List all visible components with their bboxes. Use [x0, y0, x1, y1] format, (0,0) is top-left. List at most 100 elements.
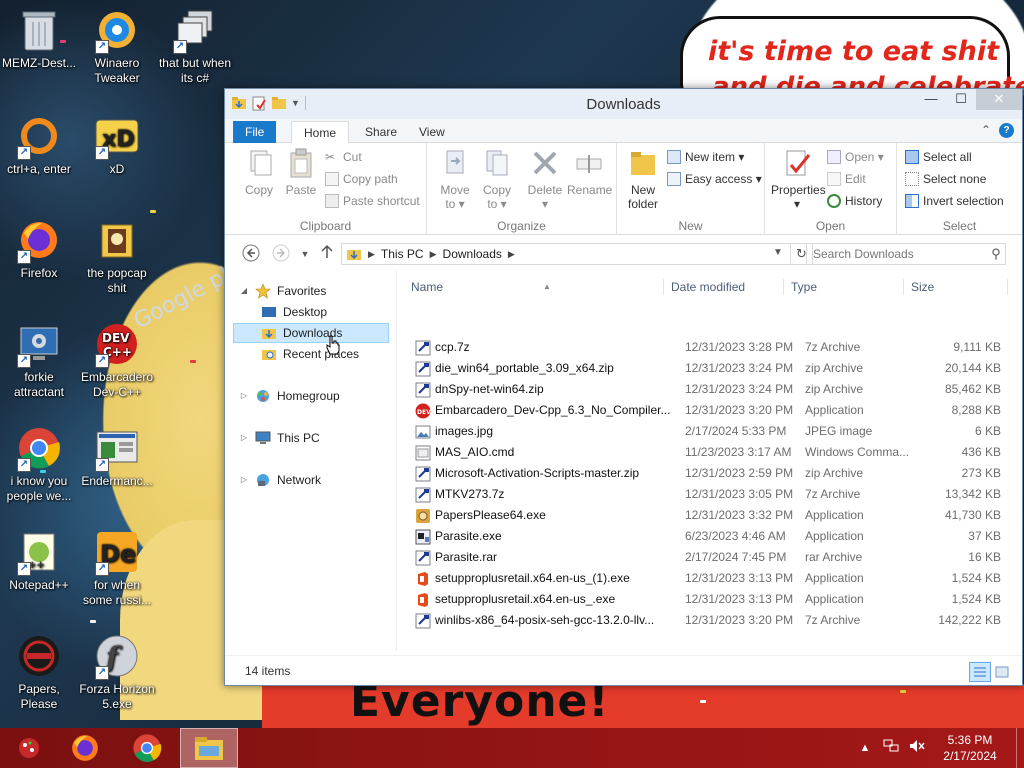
desktop-icon-popcap[interactable]: the popcap shit [78, 216, 156, 296]
address-dropdown-button[interactable]: ▼ [765, 243, 791, 265]
file-row[interactable]: images.jpg 2/17/2024 5:33 PM JPEG image 6 K… [407, 421, 1007, 442]
nav-recent-places[interactable]: Recent places [261, 344, 359, 364]
expand-arrow-icon[interactable]: ▷ [239, 386, 249, 406]
column-header-size[interactable]: Size [911, 277, 991, 297]
file-row[interactable]: setupproplusretail.x64.en-us_(1).exe 12/3… [407, 568, 1007, 589]
desktop-icon-endermanch[interactable]: ↗ Endermanc... [78, 424, 156, 489]
file-row[interactable]: MTKV273.7z 12/31/2023 3:05 PM 7z Archive 13… [407, 484, 1007, 505]
cut-button[interactable]: ✂ Cut [325, 147, 362, 167]
desktop-icon-forkie[interactable]: ↗ forkie attractant [0, 320, 78, 400]
file-row[interactable]: Parasite.rar 2/17/2024 7:45 PM rar Archive… [407, 547, 1007, 568]
address-bar[interactable]: ▶ This PC ▶ Downloads ▶ [341, 243, 791, 265]
desktop-icon-xd[interactable]: xD ↗ xD [78, 112, 156, 177]
select-all-button[interactable]: Select all [905, 147, 972, 167]
nav-favorites[interactable]: ◢ Favorites [239, 281, 326, 301]
desktop-icon-devcpp[interactable]: DEV C++ ↗ Embarcadero Dev-C++ [78, 320, 156, 400]
paste-button[interactable]: Paste [279, 147, 323, 197]
file-row[interactable]: winlibs-x86_64-posix-seh-gcc-13.2.0-llv.… [407, 610, 1007, 631]
tab-home[interactable]: Home [291, 121, 350, 143]
file-row[interactable]: PapersPlease64.exe 12/31/2023 3:32 PM Appl… [407, 505, 1007, 526]
taskbar-firefox[interactable] [56, 728, 114, 768]
edit-button[interactable]: Edit [827, 169, 866, 189]
column-divider[interactable] [663, 279, 664, 295]
column-header-type[interactable]: Type [791, 277, 901, 297]
maximize-button[interactable]: ☐ [946, 89, 976, 110]
tab-view[interactable]: View [407, 121, 457, 143]
search-input[interactable]: Search Downloads ⚲ [806, 243, 1006, 265]
open-button[interactable]: Open ▾ [827, 147, 884, 167]
desktop-icon-papers-please[interactable]: Papers, Please [0, 632, 78, 712]
collapse-arrow-icon[interactable]: ◢ [239, 281, 249, 301]
network-tray-icon[interactable] [882, 739, 900, 757]
move-to-button[interactable]: Move to ▾ [433, 147, 477, 211]
details-view-button[interactable] [969, 662, 991, 682]
desktop-icon-that-but-csharp[interactable]: ↗ that but when its c# [156, 6, 234, 86]
breadcrumb-chevron-icon[interactable]: ▶ [368, 249, 375, 260]
search-icon[interactable]: ⚲ [987, 244, 1005, 264]
nav-downloads[interactable]: Downloads [233, 323, 389, 343]
breadcrumb-chevron-icon[interactable]: ▶ [430, 249, 437, 260]
column-header-date[interactable]: Date modified [671, 277, 787, 297]
minimize-button[interactable]: — [916, 89, 946, 110]
nav-desktop[interactable]: Desktop [261, 302, 327, 322]
tab-file[interactable]: File [233, 121, 277, 143]
rename-button[interactable]: Rename [567, 147, 612, 197]
breadcrumb-this-pc[interactable]: This PC [381, 247, 424, 261]
desktop-icon-notepadpp[interactable]: ++ ↗ Notepad++ [0, 528, 78, 593]
nav-homegroup[interactable]: ▷ Homegroup [239, 386, 340, 406]
file-row[interactable]: Microsoft-Activation-Scripts-master.zip 1… [407, 463, 1007, 484]
column-divider[interactable] [783, 279, 784, 295]
column-divider[interactable] [903, 279, 904, 295]
desktop-icon-memz[interactable]: MEMZ-Dest... [0, 6, 78, 71]
file-row[interactable]: ccp.7z 12/31/2023 3:28 PM 7z Archive 9,111 … [407, 337, 1007, 358]
column-header-name[interactable]: Name ▲ [411, 277, 661, 297]
new-item-button[interactable]: New item ▾ [667, 147, 744, 167]
taskbar-chrome[interactable] [118, 728, 176, 768]
file-row[interactable]: DEV Embarcadero_Dev-Cpp_6.3_No_Compiler..… [407, 400, 1007, 421]
help-icon[interactable]: ? [999, 123, 1014, 138]
taskbar-file-explorer[interactable] [180, 728, 238, 768]
desktop-icon-de[interactable]: De ↗ for when some russi... [78, 528, 156, 608]
clock[interactable]: 5:36 PM 2/17/2024 [930, 732, 1010, 764]
breadcrumb-chevron-icon[interactable]: ▶ [508, 249, 515, 260]
paste-shortcut-button[interactable]: Paste shortcut [325, 191, 420, 211]
tab-share[interactable]: Share [353, 121, 409, 143]
history-button[interactable]: History [827, 191, 882, 211]
easy-access-button[interactable]: Easy access ▾ [667, 169, 762, 189]
show-hidden-icons-button[interactable]: ▲ [856, 739, 874, 757]
nav-network[interactable]: ▷ Network [239, 470, 321, 490]
start-button[interactable] [0, 728, 58, 768]
file-row[interactable]: MAS_AIO.cmd 11/23/2023 3:17 AM Windows Com… [407, 442, 1007, 463]
copy-path-button[interactable]: Copy path [325, 169, 398, 189]
desktop-icon-ctrl-a[interactable]: ↗ ctrl+a, enter [0, 112, 78, 177]
breadcrumb-downloads[interactable]: Downloads [443, 247, 502, 261]
properties-button[interactable]: Properties ▾ [771, 147, 826, 211]
file-row[interactable]: dnSpy-net-win64.zip 12/31/2023 3:24 PM zip… [407, 379, 1007, 400]
delete-button[interactable]: Delete ▾ [523, 147, 567, 211]
back-button[interactable] [241, 244, 261, 264]
expand-arrow-icon[interactable]: ▷ [239, 470, 249, 490]
show-desktop-button[interactable] [1016, 728, 1024, 768]
forward-button[interactable] [271, 244, 291, 264]
ribbon-collapse-icon[interactable]: ⌃ [981, 123, 991, 138]
file-row[interactable]: Parasite.exe 6/23/2023 4:46 AM Application… [407, 526, 1007, 547]
expand-arrow-icon[interactable]: ▷ [239, 428, 249, 448]
desktop-icon-chrome[interactable]: ↗ i know you people we... [0, 424, 78, 504]
file-row[interactable]: setupproplusretail.x64.en-us_.exe 12/31/2… [407, 589, 1007, 610]
select-none-button[interactable]: Select none [905, 169, 986, 189]
desktop-icon-forza[interactable]: f ↗ Forza Horizon 5.exe [78, 632, 156, 712]
desktop-icon-firefox[interactable]: ↗ Firefox [0, 216, 78, 281]
up-button[interactable] [317, 244, 337, 264]
title-bar[interactable]: ▼ Downloads — ☐ ✕ [225, 89, 1022, 119]
file-row[interactable]: die_win64_portable_3.09_x64.zip 12/31/202… [407, 358, 1007, 379]
desktop-icon-winaero[interactable]: ↗ Winaero Tweaker [78, 6, 156, 86]
recent-locations-button[interactable]: ▼ [295, 244, 315, 264]
invert-selection-button[interactable]: Invert selection [905, 191, 1004, 211]
column-divider[interactable] [1007, 279, 1008, 295]
nav-this-pc[interactable]: ▷ This PC [239, 428, 320, 448]
copy-to-button[interactable]: Copy to ▾ [475, 147, 519, 211]
new-folder-button[interactable]: New folder [621, 147, 665, 211]
close-button[interactable]: ✕ [976, 89, 1022, 110]
large-icons-view-button[interactable] [991, 662, 1013, 682]
copy-button[interactable]: Copy [237, 147, 281, 197]
